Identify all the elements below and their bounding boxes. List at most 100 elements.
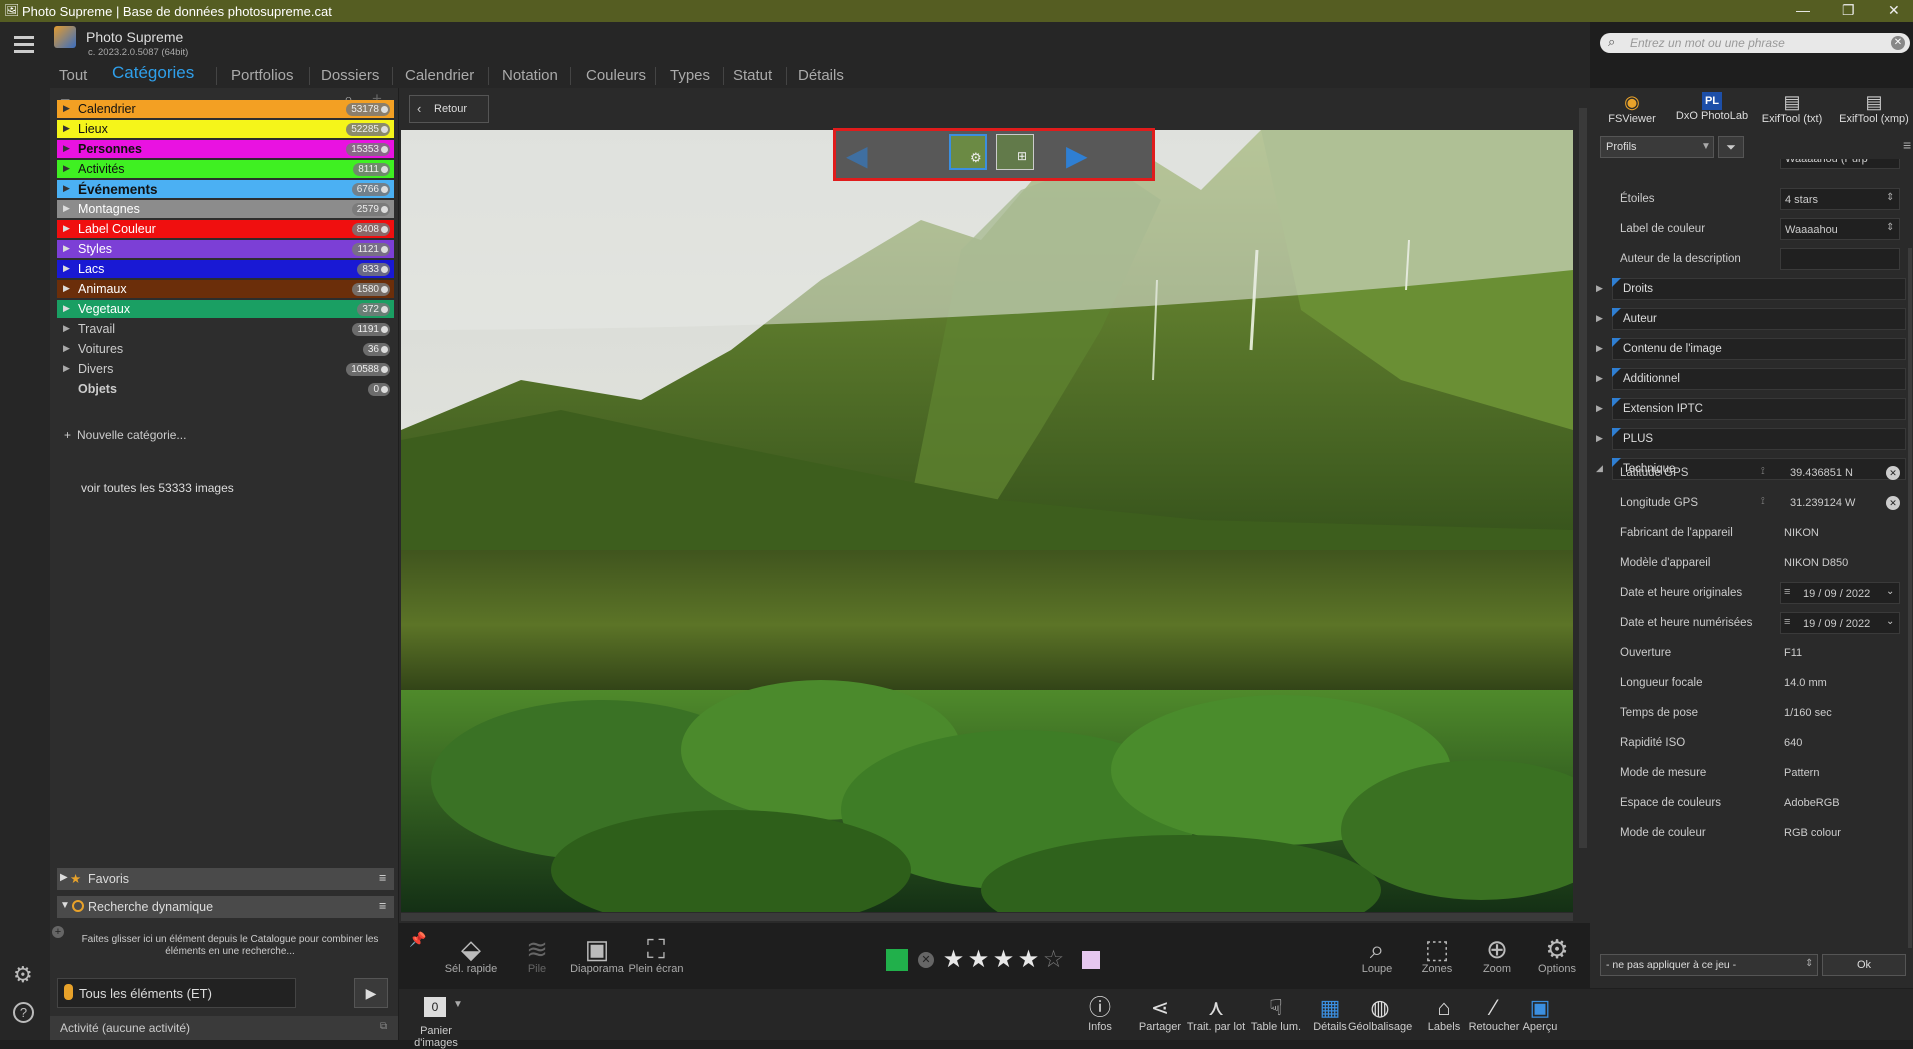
horizontal-scrollbar[interactable] [401,913,1573,921]
plugin-exiftool-txt[interactable]: ▤ ExifTool (txt) [1752,92,1832,125]
calendar-icon[interactable]: ≡ [1784,616,1790,628]
tab-statut[interactable]: Statut [733,67,772,84]
stack-button[interactable]: ≋ Pile [507,935,567,975]
tab-dossiers[interactable]: Dossiers [321,67,379,84]
field-value-input[interactable] [1780,248,1900,270]
zones-button[interactable]: ⬚ Zones [1407,935,1467,975]
category-item[interactable]: ▶ Voitures 36 [57,340,394,358]
clear-search-icon[interactable]: ✕ [1891,36,1905,50]
expand-arrow-icon[interactable]: ▶ [63,203,70,214]
category-item[interactable]: ▶ Personnes 15353 [57,140,394,158]
section-expand-arrow-icon[interactable]: ▶ [1596,283,1603,294]
slideshow-button[interactable]: ▣ Diaporama [567,935,627,975]
tab-tout[interactable]: Tout [59,67,87,84]
field-value[interactable]: F11 [1780,642,1900,664]
apply-set-select[interactable]: - ne pas appliquer à ce jeu - ⇕ [1600,954,1818,976]
batch-button[interactable]: ⋏ Trait. par lot [1184,995,1248,1033]
field-value[interactable]: 1/160 sec [1780,702,1900,724]
infos-button[interactable]: ⓘ Infos [1068,995,1132,1033]
previous-image-arrow-icon[interactable]: ◀ [846,139,868,172]
dynamic-search-panel-header[interactable]: ▼ Recherche dynamique ≡ [57,896,394,918]
field-value[interactable]: 640 [1780,732,1900,754]
gps-lock-icon[interactable]: ⟟ [1761,466,1765,477]
field-value[interactable]: 39.436851 N [1780,462,1900,484]
panel-menu-icon[interactable]: ≡ [1903,137,1911,153]
clear-rating-icon[interactable]: ✕ [918,952,934,968]
run-search-play-button[interactable]: ▶ [354,978,388,1008]
category-item[interactable]: ▶ Vegetaux 372 [57,300,394,318]
field-value[interactable]: Pattern [1780,762,1900,784]
category-item[interactable]: ▶ Lacs 833 [57,260,394,278]
thumbnail-version[interactable]: ⊞ [996,134,1034,170]
vertical-scrollbar[interactable] [1579,108,1587,848]
category-item[interactable]: ▶ Événements 6766 [57,180,394,198]
tab-details[interactable]: Détails [798,67,844,84]
tab-calendrier[interactable]: Calendrier [405,67,474,84]
tab-couleurs[interactable]: Couleurs [586,67,646,84]
help-icon[interactable]: ? [13,1002,34,1023]
gps-lock-icon[interactable]: ⟟ [1761,496,1765,507]
expand-arrow-icon[interactable]: ▶ [63,303,70,314]
rating-star[interactable]: ★ [1016,945,1041,974]
panel-menu-icon[interactable]: ≡ [379,899,386,913]
activity-expand-icon[interactable]: ⧉ [380,1021,387,1032]
rating-star[interactable]: ☆ [1041,945,1066,974]
clear-value-icon[interactable]: ✕ [1886,466,1900,480]
quick-select-button[interactable]: ⬙ Sél. rapide [441,935,501,975]
color-label-swatch[interactable] [1082,951,1100,969]
fullscreen-button[interactable]: ⛶ Plein écran [626,935,686,975]
flag-color-swatch[interactable] [886,949,908,971]
field-value-input[interactable]: 4 stars [1780,188,1900,210]
close-icon[interactable]: ✕ [1888,2,1900,19]
settings-gear-icon[interactable]: ⚙ [13,962,33,988]
minimize-icon[interactable]: — [1796,2,1810,18]
profiles-select[interactable]: Profils ▼ [1600,136,1714,158]
expand-arrow-icon[interactable]: ▶ [63,103,70,114]
expand-arrow-icon[interactable]: ▶ [63,343,70,354]
chevron-down-icon[interactable]: ⌄ [1886,586,1894,597]
category-item[interactable]: ▶ Styles 1121 [57,240,394,258]
category-item[interactable]: ▶ Animaux 1580 [57,280,394,298]
pin-icon[interactable]: 📌 [409,931,426,948]
category-item[interactable]: ▶ Travail 1191 [57,320,394,338]
expand-arrow-icon[interactable]: ▶ [63,223,70,234]
star-rating[interactable]: ★ ★ ★ ★ ☆ [941,945,1066,973]
expand-arrow-icon[interactable]: ▶ [63,143,70,154]
options-button[interactable]: ⚙ Options [1527,935,1587,975]
field-value-input[interactable]: Waaaahou [1780,218,1900,240]
rating-star[interactable]: ★ [941,945,966,974]
clear-value-icon[interactable]: ✕ [1886,496,1900,510]
calendar-icon[interactable]: ≡ [1784,586,1790,598]
field-value[interactable]: 14.0 mm [1780,672,1900,694]
section-expand-arrow-icon[interactable]: ▶ [1596,373,1603,384]
field-value[interactable]: 31.239124 W [1780,492,1900,514]
zoom-button[interactable]: ⊕ Zoom [1467,935,1527,975]
expand-arrow-icon[interactable]: ▶ [63,123,70,134]
tab-portfolios[interactable]: Portfolios [231,67,294,84]
category-item[interactable]: ▶ Montagnes 2579 [57,200,394,218]
image-basket[interactable]: 0 ▼ Panier d'images [403,993,469,1049]
geotag-button[interactable]: ◍ Géolbalisage [1348,995,1412,1033]
thumbnail-current[interactable]: ⚙ [949,134,987,170]
plugin-fsviewer[interactable]: ◉ FSViewer [1592,92,1672,125]
metadata-section-header[interactable]: Additionnel [1612,368,1906,390]
share-button[interactable]: ⋖ Partager [1128,995,1192,1033]
favorites-panel-header[interactable]: ▶ ★ Favoris ≡ [57,868,394,890]
metadata-section-header[interactable]: Contenu de l'image [1612,338,1906,360]
field-value[interactable]: AdobeRGB [1780,792,1900,814]
back-button[interactable]: ‹ Retour [409,95,489,123]
expand-arrow-icon[interactable]: ▶ [63,163,70,174]
expand-arrow-icon[interactable]: ▶ [63,283,70,294]
expand-arrow-icon[interactable]: ▶ [63,183,70,194]
section-expand-arrow-icon[interactable]: ▶ [1596,433,1603,444]
rating-star[interactable]: ★ [966,945,991,974]
metadata-section-header[interactable]: PLUS [1612,428,1906,450]
category-item[interactable]: ▶ Label Couleur 8408 [57,220,394,238]
metadata-section-header[interactable]: Auteur [1612,308,1906,330]
see-all-images-link[interactable]: voir toutes les 53333 images [81,481,234,495]
right-panel-scrollbar[interactable] [1908,248,1912,948]
tab-categories[interactable]: Catégories [112,63,194,83]
plugin-exiftool-xmp[interactable]: ▤ ExifTool (xmp) [1834,92,1913,125]
tab-notation[interactable]: Notation [502,67,558,84]
panel-menu-icon[interactable]: ≡ [379,871,386,885]
